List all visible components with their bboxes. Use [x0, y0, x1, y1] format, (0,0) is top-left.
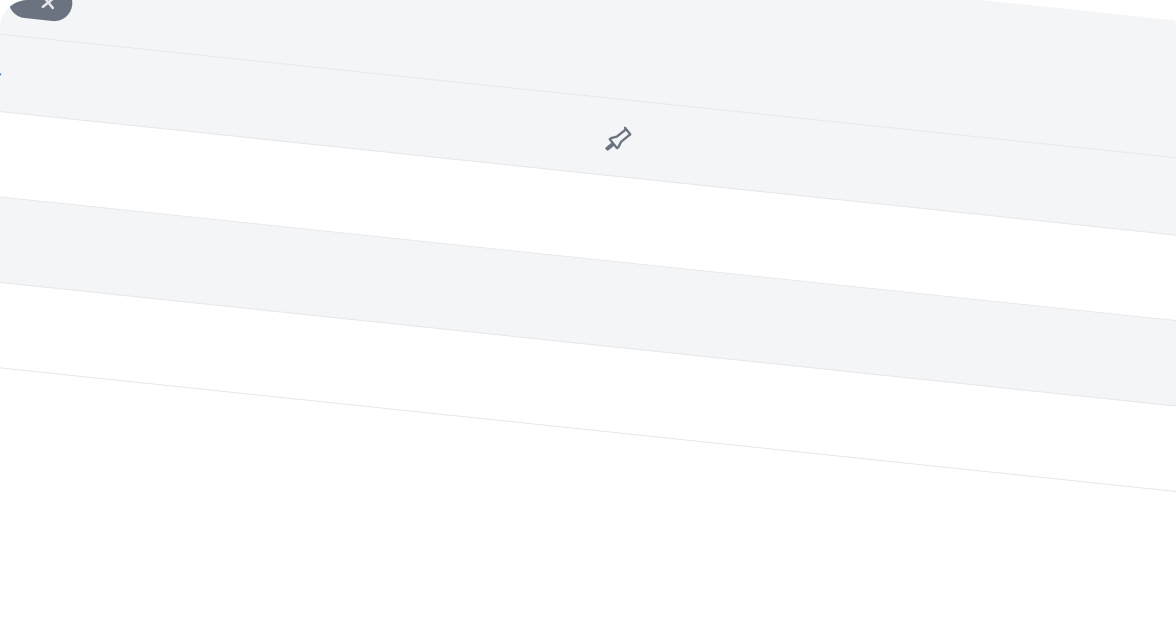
site-via — [650, 308, 1135, 359]
site-link[interactable] — [659, 223, 1144, 274]
chip-office-site[interactable] — [7, 0, 74, 23]
site-link[interactable] — [641, 393, 1126, 444]
pin-icon[interactable] — [604, 122, 635, 153]
status-sort-icon[interactable] — [0, 57, 6, 85]
site-link[interactable] — [650, 308, 1135, 359]
segment-value — [1153, 361, 1176, 384]
site-via — [659, 223, 1144, 274]
column-header-segment[interactable] — [1170, 196, 1176, 219]
site-via — [641, 393, 1126, 444]
segment-value — [1162, 276, 1176, 299]
segment-value — [1144, 445, 1176, 468]
close-icon[interactable] — [37, 0, 59, 13]
column-header-site[interactable] — [667, 143, 1152, 194]
